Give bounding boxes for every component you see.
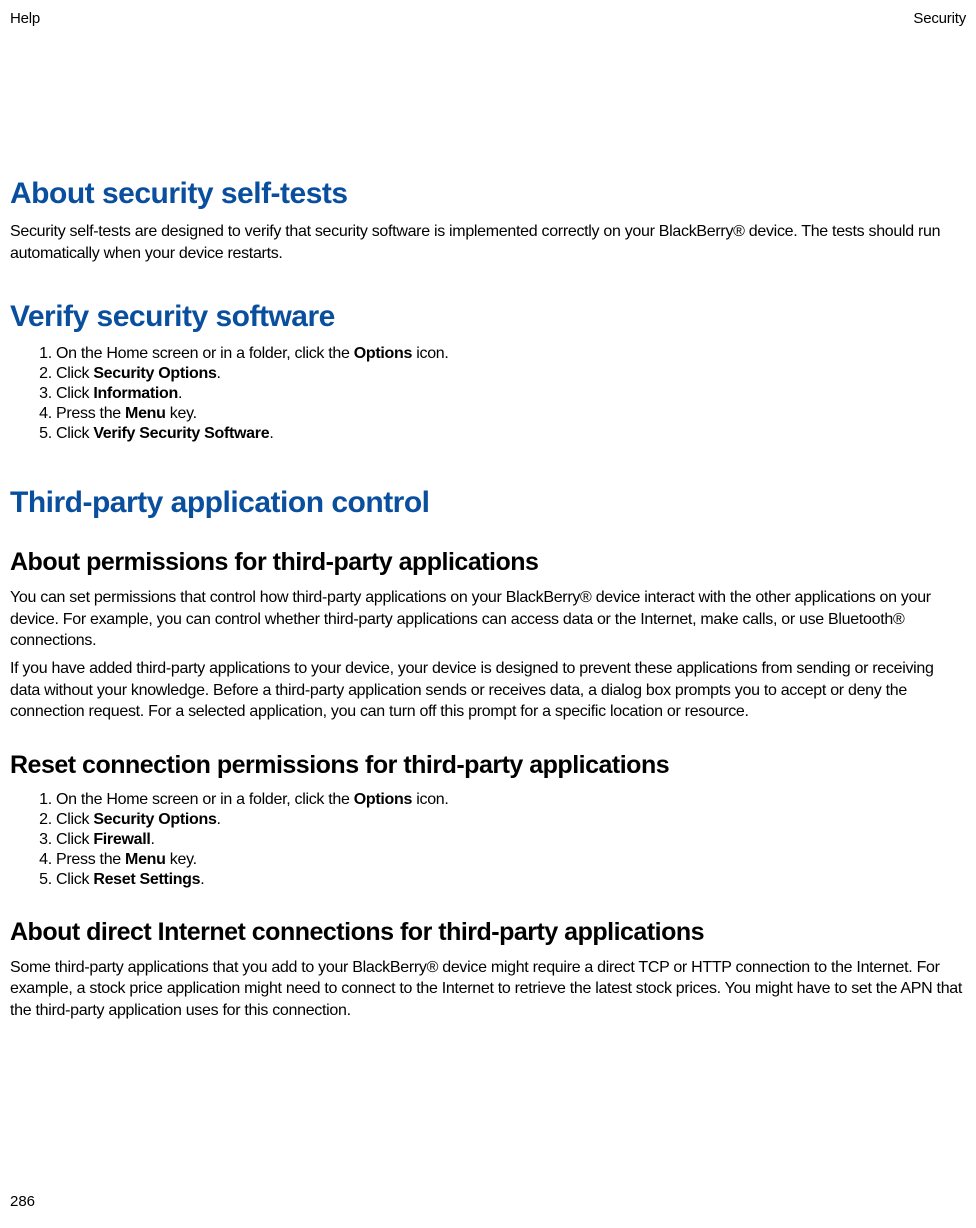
- step-5: Click Reset Settings.: [56, 870, 966, 890]
- page: Help Security About security self-tests …: [0, 0, 976, 1228]
- step-4: Press the Menu key.: [56, 404, 966, 424]
- heading-about-self-tests: About security self-tests: [10, 177, 966, 211]
- heading-verify-security-software: Verify security software: [10, 300, 966, 334]
- step-2: Click Security Options.: [56, 810, 966, 830]
- para-permissions-2: If you have added third-party applicatio…: [10, 658, 966, 723]
- step-1: On the Home screen or in a folder, click…: [56, 790, 966, 810]
- content: About security self-tests Security self-…: [10, 27, 966, 1028]
- step-1: On the Home screen or in a folder, click…: [56, 344, 966, 364]
- step-2: Click Security Options.: [56, 364, 966, 384]
- step-3: Click Firewall.: [56, 830, 966, 850]
- steps-verify: On the Home screen or in a folder, click…: [10, 344, 966, 444]
- heading-direct-internet: About direct Internet connections for th…: [10, 918, 966, 947]
- steps-reset: On the Home screen or in a folder, click…: [10, 790, 966, 890]
- heading-third-party-control: Third-party application control: [10, 486, 966, 520]
- step-5: Click Verify Security Software.: [56, 424, 966, 444]
- page-number: 286: [10, 1193, 35, 1210]
- header-right: Security: [913, 10, 966, 27]
- step-4: Press the Menu key.: [56, 850, 966, 870]
- step-3: Click Information.: [56, 384, 966, 404]
- heading-about-permissions: About permissions for third-party applic…: [10, 548, 966, 577]
- para-permissions-1: You can set permissions that control how…: [10, 587, 966, 652]
- para-self-tests: Security self-tests are designed to veri…: [10, 221, 966, 264]
- heading-reset-permissions: Reset connection permissions for third-p…: [10, 751, 966, 780]
- page-header: Help Security: [10, 10, 966, 27]
- para-direct-internet: Some third-party applications that you a…: [10, 957, 966, 1022]
- header-left: Help: [10, 10, 40, 27]
